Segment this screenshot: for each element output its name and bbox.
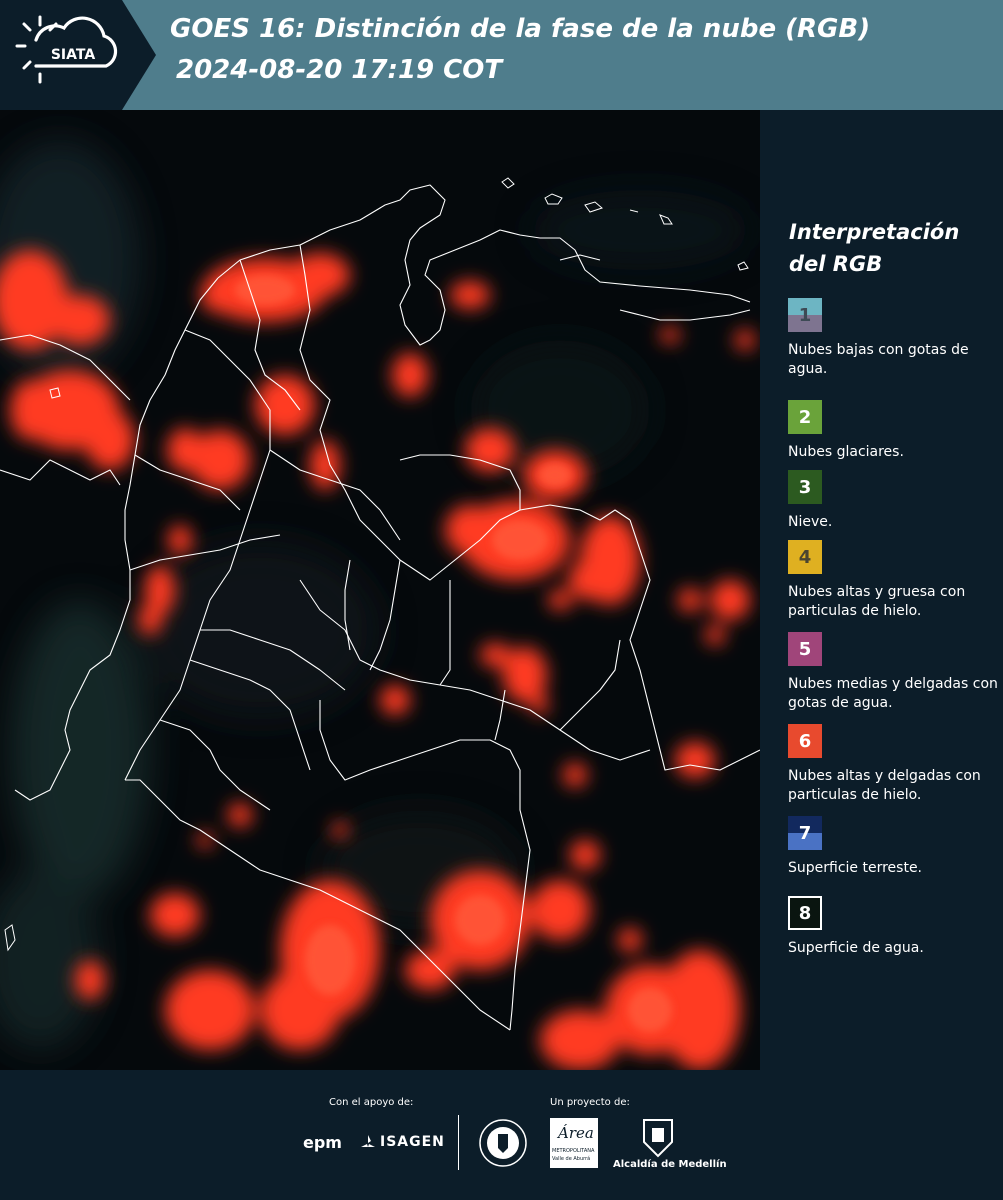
legend-swatch: 6	[788, 724, 822, 758]
legend-label: Nubes glaciares.	[788, 444, 904, 460]
legend-number: 7	[798, 822, 812, 844]
isagen-logo: ISAGEN	[380, 1134, 445, 1150]
legend-number: 6	[798, 730, 812, 752]
legend-label: Superficie terreste.	[788, 860, 923, 876]
area-logo-text: Área	[558, 1124, 594, 1142]
siata-logo: SIATA	[0, 0, 160, 110]
legend-item-2: 2 Nubes glaciares.	[788, 400, 1003, 462]
support-label: Con el apoyo de:	[329, 1097, 414, 1108]
legend-number: 5	[798, 638, 812, 660]
footer: Con el apoyo de: Un proyecto de: epm ISA…	[0, 1070, 1003, 1200]
legend-item-6: 6 Nubes altas y delgadas con particulas d…	[788, 724, 1003, 805]
satellite-image	[0, 110, 760, 1070]
page-title: GOES 16: Distinción de la fase de la nub…	[170, 14, 871, 44]
legend-label: Nubes altas y gruesa con particulas de h…	[788, 584, 966, 619]
area-logo-subtext: METROPOLITANA	[552, 1148, 595, 1154]
alcaldia-shield-icon	[643, 1119, 673, 1158]
legend-swatch: 2	[788, 400, 822, 434]
legend-swatch: 3	[788, 470, 822, 504]
legend-label: Nubes medias y delgadas con gotas de agu…	[788, 676, 998, 711]
legend-swatch: 7	[788, 816, 822, 850]
legend-number: 1	[798, 304, 812, 326]
legend-swatch: 8	[788, 896, 822, 930]
legend-label: Superficie de agua.	[788, 940, 924, 956]
project-label: Un proyecto de:	[550, 1097, 630, 1108]
legend-number: 3	[798, 476, 812, 498]
legend-label: Nubes bajas con gotas de agua.	[788, 342, 969, 377]
page-timestamp: 2024-08-20 17:19 COT	[176, 55, 503, 85]
header-bar: SIATA GOES 16: Distinción de la fase de …	[0, 0, 1003, 110]
isagen-icon	[361, 1135, 375, 1147]
legend-label: Nieve.	[788, 514, 833, 530]
legend-number: 2	[798, 406, 812, 428]
epm-logo: epm	[303, 1133, 342, 1152]
legend-item-3: 3 Nieve.	[788, 470, 1003, 532]
legend-item-1: 1 Nubes bajas con gotas de agua.	[788, 298, 1003, 379]
area-metropolitana-logo: Área METROPOLITANA Valle de Aburrá	[550, 1118, 598, 1168]
legend-item-4: 4 Nubes altas y gruesa con particulas de …	[788, 540, 1003, 621]
legend-swatch: 1	[788, 298, 822, 332]
legend-item-5: 5 Nubes medias y delgadas con gotas de ag…	[788, 632, 1003, 713]
alcaldia-logo-text: Alcaldía de Medellín	[613, 1159, 727, 1170]
area-logo-subtext2: Valle de Aburrá	[552, 1156, 591, 1162]
legend-swatch: 5	[788, 632, 822, 666]
footer-divider	[458, 1115, 459, 1170]
legend-label: Nubes altas y delgadas con particulas de…	[788, 768, 981, 803]
medellin-seal-icon	[479, 1119, 527, 1167]
legend-panel: Interpretación del RGB 1 Nubes bajas con …	[760, 110, 1003, 1070]
legend-number: 4	[798, 546, 812, 568]
satellite-map	[0, 110, 760, 1070]
siata-logo-badge: SIATA	[0, 0, 156, 110]
legend-swatch: 4	[788, 540, 822, 574]
legend-item-8: 8 Superficie de agua.	[788, 896, 1003, 958]
logo-text: SIATA	[51, 47, 96, 63]
legend-title: Interpretación del RGB	[789, 220, 960, 276]
legend-item-7: 7 Superficie terreste.	[788, 816, 1003, 878]
legend-number: 8	[798, 902, 812, 924]
